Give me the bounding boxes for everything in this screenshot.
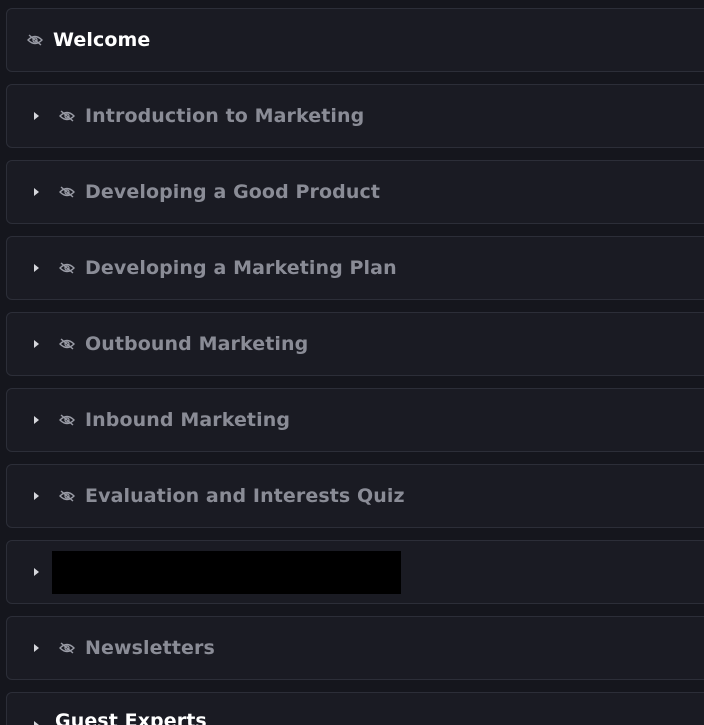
module-row-welcome[interactable]: Welcome [6, 8, 704, 72]
module-row-guest-experts[interactable]: Guest Experts [6, 692, 704, 725]
module-row-evaluation-and-interests-quiz[interactable]: Evaluation and Interests Quiz [6, 464, 704, 528]
caret-right-icon[interactable] [34, 492, 39, 500]
module-label: Introduction to Marketing [85, 105, 365, 127]
eye-slash-icon [58, 262, 76, 274]
module-label: Guest Experts [55, 710, 207, 725]
module-row-newsletters[interactable]: Newsletters [6, 616, 704, 680]
caret-right-icon[interactable] [34, 188, 39, 196]
caret-right-icon[interactable] [34, 112, 39, 120]
eye-slash-icon [58, 414, 76, 426]
eye-slash-icon [58, 110, 76, 122]
module-row-developing-a-marketing-plan[interactable]: Developing a Marketing Plan [6, 236, 704, 300]
module-row-redacted[interactable] [6, 540, 704, 604]
redacted-label-block [52, 551, 401, 594]
caret-right-icon[interactable] [34, 264, 39, 272]
module-row-introduction-to-marketing[interactable]: Introduction to Marketing [6, 84, 704, 148]
module-row-developing-a-good-product[interactable]: Developing a Good Product [6, 160, 704, 224]
module-label: Welcome [53, 29, 151, 51]
caret-right-icon[interactable] [34, 568, 39, 576]
module-label: Inbound Marketing [85, 409, 291, 431]
module-label: Newsletters [85, 637, 215, 659]
caret-right-icon[interactable] [34, 721, 39, 725]
module-row-outbound-marketing[interactable]: Outbound Marketing [6, 312, 704, 376]
eye-slash-icon [58, 186, 76, 198]
module-label: Outbound Marketing [85, 333, 309, 355]
module-label: Developing a Marketing Plan [85, 257, 397, 279]
module-list: Welcome Introduction to Marketing Develo… [0, 0, 704, 725]
eye-slash-icon [58, 338, 76, 350]
module-label: Evaluation and Interests Quiz [85, 485, 405, 507]
eye-slash-icon [58, 642, 76, 654]
caret-right-icon[interactable] [34, 644, 39, 652]
eye-slash-icon [58, 490, 76, 502]
eye-slash-icon [26, 34, 44, 46]
module-label: Developing a Good Product [85, 181, 381, 203]
caret-right-icon[interactable] [34, 416, 39, 424]
caret-right-icon[interactable] [34, 340, 39, 348]
module-row-inbound-marketing[interactable]: Inbound Marketing [6, 388, 704, 452]
